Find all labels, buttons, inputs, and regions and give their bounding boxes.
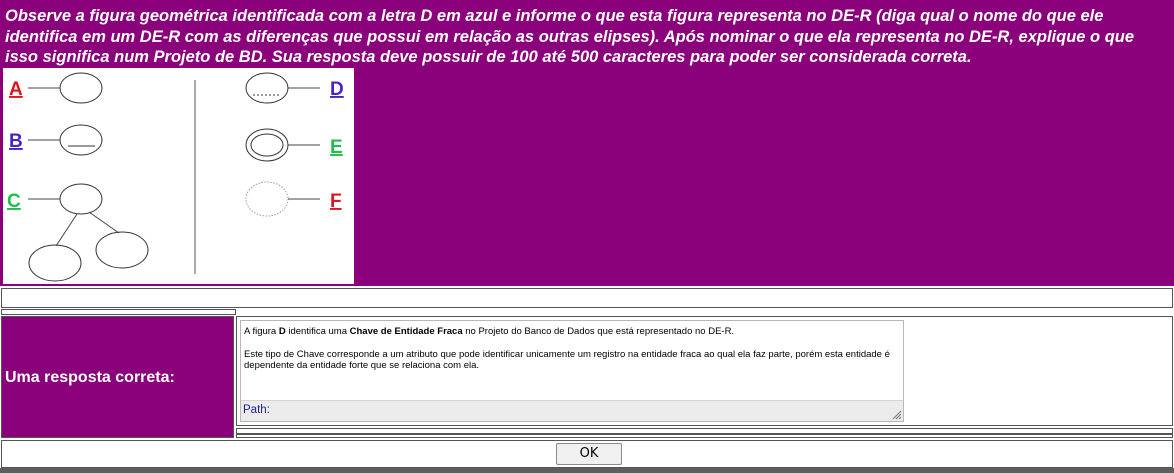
answer-cell: A figura D identifica uma Chave de Entid… (236, 316, 1173, 426)
key-attribute-ellipse-b (59, 124, 103, 156)
composite-attribute-ellipse-c (59, 183, 103, 215)
component-ellipse-1 (28, 244, 82, 282)
answer-text-part: A figura (244, 326, 279, 337)
answer-label-cell: Uma resposta correta: (1, 316, 234, 438)
answer-editor[interactable]: A figura D identifica uma Chave de Entid… (240, 320, 904, 422)
question-panel: Observe a figura geométrica identificada… (0, 0, 1174, 286)
answer-paragraph-1: A figura D identifica uma Chave de Entid… (244, 326, 896, 338)
attribute-ellipse-a (59, 72, 103, 104)
weak-key-ellipse-d (245, 72, 289, 104)
answer-text-part: no Projeto do Banco de Dados que está re… (462, 326, 735, 337)
label-a: A (9, 79, 23, 100)
label-f: F (330, 191, 342, 212)
resize-grip-icon[interactable] (892, 410, 902, 420)
button-row: OK (1, 440, 1173, 468)
composite-branch-left (55, 213, 78, 247)
answer-bold-term: Chave de Entidade Fraca (349, 326, 463, 337)
separator-bar (1, 309, 236, 315)
label-e: E (330, 137, 343, 158)
label-d: D (330, 79, 344, 100)
question-text: Observe a figura geométrica identificada… (5, 7, 1135, 66)
er-diagram-figure: A B C D E F (3, 68, 354, 284)
bottom-strip (0, 468, 1174, 473)
multivalued-ellipse-e-inner (250, 133, 284, 157)
answer-label: Uma resposta correta: (5, 369, 175, 386)
answer-text-area[interactable]: A figura D identifica uma Chave de Entid… (244, 326, 896, 383)
separator-bar (236, 434, 1173, 438)
answer-text-part: identifica uma (285, 326, 350, 337)
er-diagram: A B C D E F (7, 72, 344, 282)
answer-paragraph-2: Este tipo de Chave corresponde a um atri… (244, 348, 890, 372)
derived-attribute-ellipse-f (245, 181, 289, 217)
blank-row (1, 288, 1173, 308)
label-c: C (7, 191, 21, 212)
component-ellipse-2 (95, 231, 149, 269)
editor-path-bar: Path: (241, 400, 903, 421)
ok-button[interactable]: OK (556, 443, 622, 465)
composite-branch-right (88, 211, 120, 234)
answer-bold-letter: D (278, 326, 286, 337)
path-label: Path: (243, 404, 270, 416)
label-b: B (9, 131, 23, 152)
